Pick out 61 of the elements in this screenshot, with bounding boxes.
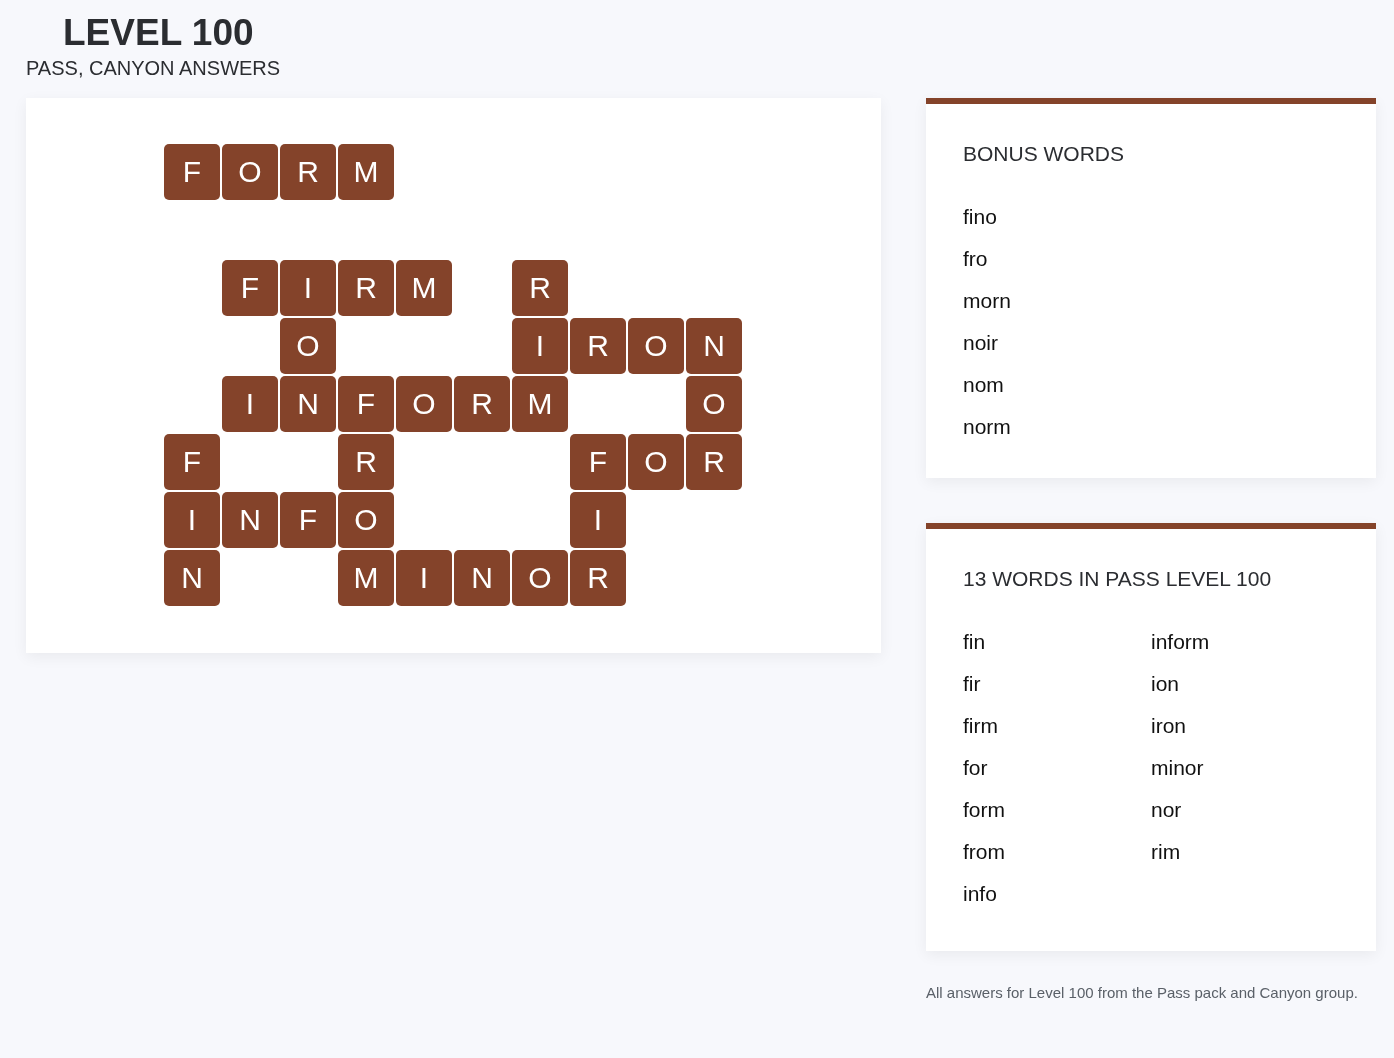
letter-tile: R: [570, 550, 626, 606]
letter-tile: O: [222, 144, 278, 200]
letter-tile: O: [686, 376, 742, 432]
letter-tile: I: [570, 492, 626, 548]
letter-tile: I: [396, 550, 452, 606]
word-text: for: [963, 755, 989, 781]
letter-tile: R: [686, 434, 742, 490]
letter-tile: F: [222, 260, 278, 316]
page-title: LEVEL 100: [63, 11, 255, 55]
word-text: info: [963, 881, 998, 907]
letter-tile: I: [164, 492, 220, 548]
letter-tile: R: [338, 260, 394, 316]
letter-tile: F: [570, 434, 626, 490]
word-text: from: [963, 839, 1006, 865]
letter-tile: O: [396, 376, 452, 432]
page-subtitle: PASS, CANYON ANSWERS: [26, 56, 282, 80]
letter-tile: R: [454, 376, 510, 432]
card-title: 13 WORDS IN PASS LEVEL 100: [963, 567, 1273, 591]
letter-tile: R: [512, 260, 568, 316]
word-text: norm: [963, 414, 1012, 440]
word-text: ion: [1151, 671, 1181, 697]
letter-tile: R: [570, 318, 626, 374]
word-text: iron: [1151, 713, 1188, 739]
letter-tile: O: [338, 492, 394, 548]
letter-tile: O: [628, 318, 684, 374]
word-text: fin: [963, 629, 987, 655]
letter-tile: N: [686, 318, 742, 374]
word-text: firm: [963, 713, 999, 739]
letter-tile: F: [164, 434, 220, 490]
letter-tile: F: [164, 144, 220, 200]
letter-tile: O: [628, 434, 684, 490]
letter-tile: R: [280, 144, 336, 200]
letter-tile: M: [338, 550, 394, 606]
letter-tile: N: [164, 550, 220, 606]
word-text: rim: [1151, 839, 1182, 865]
word-text: morn: [963, 288, 1012, 314]
word-text: fro: [963, 246, 989, 272]
letter-tile: N: [280, 376, 336, 432]
letter-tile: N: [454, 550, 510, 606]
letter-tile: M: [338, 144, 394, 200]
letter-tile: M: [512, 376, 568, 432]
letter-tile: M: [396, 260, 452, 316]
letter-tile: N: [222, 492, 278, 548]
letter-tile: F: [338, 376, 394, 432]
card-title: BONUS WORDS: [963, 142, 1125, 166]
letter-tile: I: [222, 376, 278, 432]
word-text: noir: [963, 330, 1000, 356]
word-text: inform: [1151, 629, 1211, 655]
word-text: fino: [963, 204, 998, 230]
word-text: nor: [1151, 797, 1183, 823]
letter-tile: F: [280, 492, 336, 548]
word-text: nom: [963, 372, 1005, 398]
word-text: form: [963, 797, 1006, 823]
letter-tile: I: [512, 318, 568, 374]
letter-tile: I: [280, 260, 336, 316]
letter-tile: R: [338, 434, 394, 490]
footnote-text: All answers for Level 100 from the Pass pack and Canyon group.: [926, 983, 1359, 1003]
word-text: minor: [1151, 755, 1205, 781]
word-text: fir: [963, 671, 982, 697]
letter-tile: O: [280, 318, 336, 374]
letter-tile: O: [512, 550, 568, 606]
